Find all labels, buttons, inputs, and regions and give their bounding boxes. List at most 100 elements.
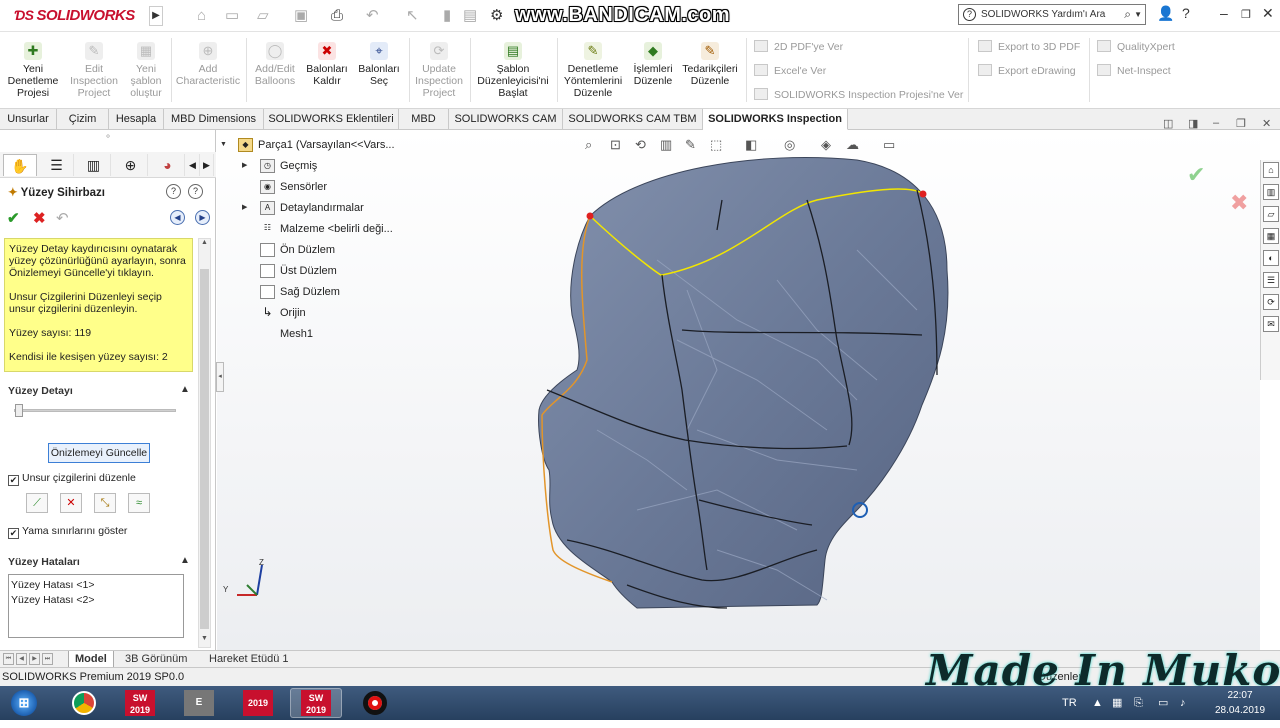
chevron-up-icon[interactable]: ▲ (180, 384, 190, 395)
minimize-icon[interactable]: – (1220, 5, 1228, 21)
configuration-manager-tab-icon[interactable]: ▥ (77, 154, 111, 176)
surface-detail-slider[interactable] (14, 404, 176, 417)
viewport-minimize-icon[interactable]: – (1213, 117, 1219, 129)
tab-features[interactable]: Unsurlar (0, 109, 57, 130)
tray-expand-icon[interactable]: ▲ (1092, 686, 1103, 720)
tab-model[interactable]: Model (68, 651, 114, 668)
next-page-button[interactable]: ▶ (195, 210, 210, 225)
tab-solidworks-addins[interactable]: SOLIDWORKS Eklentileri (264, 109, 399, 130)
add-feature-line-button[interactable]: ⟋ (26, 493, 48, 513)
search-icon[interactable]: ⌕ (1124, 5, 1131, 24)
remove-balloons-button[interactable]: ✖ Balonları Kaldır (302, 42, 352, 87)
forum-icon[interactable]: ⟳ (1263, 294, 1279, 310)
edit-inspection-methods-button[interactable]: ✎ Denetleme Yöntemlerini Düzenle (560, 42, 626, 99)
net-inspect-button[interactable]: Net-Inspect (1097, 64, 1171, 77)
design-library-icon[interactable]: ▥ (1263, 184, 1279, 200)
help-icon[interactable]: ? (188, 184, 203, 199)
dynamic-annotation-icon[interactable]: ✎ (685, 137, 696, 153)
open-folder-icon[interactable]: ▱ (257, 6, 269, 26)
surface-errors-list[interactable]: Yüzey Hatası <1> Yüzey Hatası <2> (8, 574, 184, 638)
apply-scene-icon[interactable]: ☁ (846, 137, 859, 153)
tab-mbd[interactable]: MBD (399, 109, 449, 130)
chevron-up-icon[interactable]: ▲ (180, 555, 190, 566)
home-resources-icon[interactable]: ⌂ (1263, 162, 1279, 178)
cancel-x-icon[interactable]: ✖ (1230, 190, 1248, 216)
edit-feature-lines-checkbox[interactable]: ✔ Unsur çizgilerini düzenle (8, 472, 136, 486)
edit-inspection-project-button[interactable]: ✎ Edit Inspection Project (64, 42, 124, 99)
move-feature-line-button[interactable]: ⤡ (94, 493, 116, 513)
file-explorer-icon[interactable]: ▱ (1263, 206, 1279, 222)
first-tab-icon[interactable]: ⏮ (3, 653, 14, 665)
solidworks-forum-icon[interactable]: ✉ (1263, 316, 1279, 332)
list-item[interactable]: Yüzey Hatası <2> (11, 593, 181, 608)
last-tab-icon[interactable]: ⏭ (42, 653, 53, 665)
ok-checkmark-button[interactable]: ✔ (7, 209, 20, 227)
prev-tab-icon[interactable]: ◀ (16, 653, 27, 665)
previous-view-icon[interactable]: ⟲ (635, 137, 646, 153)
head-mesh-model[interactable] (538, 156, 949, 609)
help-search-input[interactable]: ? SOLIDWORKS Yardım'ı Ara ⌕ ▼ (958, 4, 1146, 25)
solidworks-2019-icon[interactable]: 2019 (232, 688, 284, 718)
undo-button[interactable]: ↶ (56, 209, 69, 227)
select-balloons-button[interactable]: ⌖ Balonları Seç (354, 42, 404, 87)
tab-motion-study[interactable]: Hareket Etüdü 1 (209, 651, 289, 668)
new-inspection-project-button[interactable]: ✚ Yeni Denetleme Projesi (6, 42, 60, 99)
new-template-button[interactable]: ▦ Yeni şablon oluştur (126, 42, 166, 99)
graphics-viewport[interactable]: Z Y ⌕ ⊡ ⟲ ▥ ✎ ⬚ ◧ ◎ ◈ ☁ ▭ ✔ ✖ (217, 130, 1260, 650)
export-excel-button[interactable]: Excel'e Ver (754, 64, 826, 77)
surface-errors-group-header[interactable]: Yüzey Hataları (8, 556, 80, 568)
edit-vendors-button[interactable]: ✎ Tedarikçileri Düzenle (678, 42, 742, 87)
viewport-close-icon[interactable]: ✕ (1262, 117, 1271, 130)
tray-volume-icon[interactable]: ♪ (1180, 686, 1186, 720)
expand-arrow-icon[interactable]: ▶ (242, 157, 252, 175)
expand-arrow-icon[interactable]: ▶ (242, 199, 252, 217)
chrome-icon[interactable] (58, 688, 110, 718)
new-document-icon[interactable]: ▭ (225, 6, 239, 26)
rebuild-icon[interactable]: ▮ (443, 6, 451, 26)
scroll-down-icon[interactable]: ▼ (199, 635, 210, 647)
qualityxpert-button[interactable]: QualityXpert (1097, 40, 1175, 53)
tray-usb-icon[interactable]: ⎘ (1134, 686, 1143, 720)
export-3d-pdf-button[interactable]: Export to 3D PDF (978, 40, 1080, 53)
selection-point[interactable] (919, 190, 927, 198)
scroll-up-icon[interactable]: ▲ (199, 239, 210, 251)
export-inspection-project-button[interactable]: SOLIDWORKS Inspection Projesi'ne Ver (754, 88, 963, 101)
restore-icon[interactable]: ❐ (1241, 8, 1251, 21)
selection-point[interactable] (586, 212, 594, 220)
home-icon[interactable]: ⌂ (197, 6, 206, 26)
export-2d-pdf-button[interactable]: 2D PDF'ye Ver (754, 40, 843, 53)
hide-show-items-icon[interactable]: ◎ (784, 137, 795, 153)
print-icon[interactable]: ⎙ (331, 6, 343, 26)
edrawings-icon[interactable]: E (173, 688, 225, 718)
previous-page-button[interactable]: ◀ (170, 210, 185, 225)
tab-solidworks-cam[interactable]: SOLIDWORKS CAM (449, 109, 563, 130)
list-item[interactable]: Yüzey Hatası <1> (11, 578, 181, 593)
language-indicator[interactable]: TR (1062, 686, 1077, 720)
scroll-thumb[interactable] (200, 269, 209, 629)
smooth-feature-line-button[interactable]: ≈ (128, 493, 150, 513)
display-manager-tab-icon[interactable]: ◕ (151, 154, 185, 176)
viewport-restore-icon[interactable]: ❐ (1236, 117, 1246, 130)
tab-solidworks-cam-tbm[interactable]: SOLIDWORKS CAM TBM (563, 109, 703, 130)
solidworks-2019-icon[interactable]: SW 2019 (290, 688, 342, 718)
update-preview-button[interactable]: Önizlemeyi Güncelle (48, 443, 150, 463)
edit-appearance-icon[interactable]: ◈ (821, 137, 831, 153)
tab-sketch[interactable]: Çizim (57, 109, 109, 130)
surface-detail-group-header[interactable]: Yüzey Detayı (8, 385, 73, 397)
viewport-tile2-icon[interactable]: ◨ (1188, 117, 1198, 130)
undo-icon[interactable]: ↶ (366, 6, 379, 26)
edit-operations-button[interactable]: ◆ İşlemleri Düzenle (629, 42, 677, 87)
next-tab-icon[interactable]: ▶ (29, 653, 40, 665)
feature-manager-tab-icon[interactable]: ✋ (3, 154, 37, 176)
tabs-scroll-right-icon[interactable]: ▶ (200, 154, 214, 176)
tray-monitor-icon[interactable]: ▭ (1158, 686, 1168, 720)
custom-properties-icon[interactable]: ☰ (1263, 272, 1279, 288)
taskbar-clock[interactable]: 22:07 28.04.2019 (1205, 688, 1275, 718)
gear-icon[interactable]: ⚙ (490, 6, 503, 26)
view-palette-icon[interactable]: ▦ (1263, 228, 1279, 244)
cancel-x-button[interactable]: ✖ (33, 209, 46, 227)
remove-feature-line-button[interactable]: ✕ (60, 493, 82, 513)
close-icon[interactable]: ✕ (1262, 5, 1274, 22)
dimxpert-manager-tab-icon[interactable]: ⊕ (114, 154, 148, 176)
panel-grip[interactable]: ⚬ (0, 130, 216, 152)
